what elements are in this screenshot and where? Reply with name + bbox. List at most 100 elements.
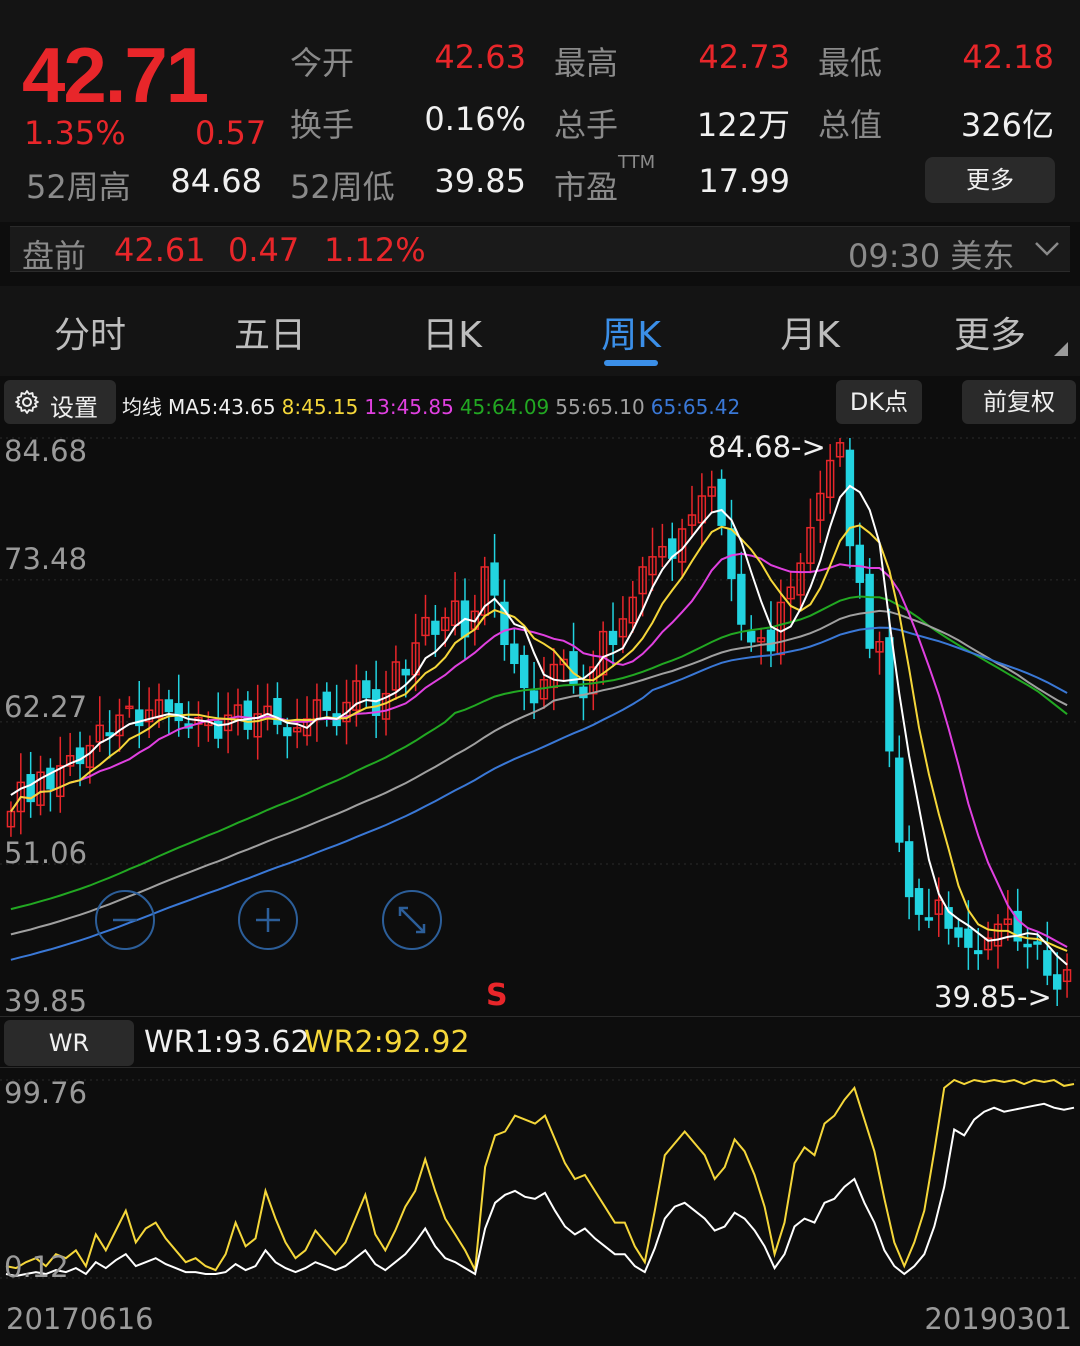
turnover-value: 0.16% [424, 100, 526, 138]
volume-value: 122万 [696, 106, 790, 144]
candle-body [401, 668, 410, 676]
candle-body [855, 544, 864, 583]
low-value: 42.18 [962, 38, 1054, 76]
turnover-label: 换手 [290, 106, 355, 144]
change-percent: 1.35% [24, 114, 126, 152]
candle-body [510, 643, 519, 665]
high-value: 42.73 [698, 38, 790, 76]
candle-body [727, 528, 736, 580]
ma55-value: 55:65.10 [555, 395, 645, 419]
tab-more[interactable]: 更多 [910, 306, 1070, 358]
candle-body [717, 478, 726, 526]
candle-body [924, 917, 934, 921]
ma65-value: 65:65.42 [650, 395, 741, 419]
dk-point-button[interactable]: DK点 [836, 380, 922, 424]
zoom-in-icon[interactable] [238, 890, 298, 950]
candle-body [747, 630, 756, 643]
week52-high-value: 84.68 [170, 162, 262, 200]
corner-triangle-icon [1054, 342, 1068, 356]
market-cap-label: 总值 [818, 106, 883, 144]
start-date: 20170616 [6, 1302, 154, 1336]
wr-chart[interactable] [0, 1070, 1080, 1300]
tab-intraday[interactable]: 分时 [10, 306, 170, 358]
ma-prefix: 均线 [122, 395, 162, 419]
candle-body [174, 703, 183, 722]
candle-body [885, 637, 894, 752]
candle-body [490, 562, 499, 596]
ma8-value: 8:45.15 [281, 395, 359, 419]
period-tabs: 分时 五日 日K 周K 月K 更多 [0, 286, 1080, 376]
candle-body [914, 888, 924, 915]
candle-body [164, 699, 174, 713]
ma45-value: 45:64.09 [459, 395, 550, 419]
candle-body [974, 950, 983, 955]
settings-label: 设置 [50, 394, 98, 422]
premarket-price: 42.61 [114, 231, 206, 269]
wr-axis-bottom: 0.12 [4, 1250, 69, 1284]
candle-body [1043, 950, 1052, 976]
wr1-line [5, 1102, 1075, 1278]
premarket-time: 09:30 美东 [848, 237, 1015, 275]
tab-five-day[interactable]: 五日 [190, 306, 350, 358]
fullscreen-icon[interactable] [382, 890, 442, 950]
high-label: 最高 [554, 44, 619, 82]
premarket-bar[interactable]: 盘前 42.61 0.47 1.12% 09:30 美东 [10, 226, 1070, 275]
zoom-out-icon[interactable] [95, 890, 155, 950]
wr1-value: WR1:93.62 [144, 1025, 310, 1060]
week52-low-label: 52周低 [290, 168, 395, 206]
active-tab-indicator [604, 360, 658, 366]
candlestick-chart[interactable] [0, 430, 1080, 1016]
ma5-value: MA5:43.65 [168, 395, 276, 419]
chevron-down-icon[interactable] [1032, 233, 1062, 263]
pe-ttm-superscript: TTM [618, 152, 656, 173]
candle-body [904, 841, 914, 898]
week52-low-value: 39.85 [434, 162, 526, 200]
candle-body [1052, 974, 1062, 990]
market-cap-value: 326亿 [960, 106, 1054, 144]
more-stats-button[interactable]: 更多 [925, 157, 1055, 203]
candle-body [964, 928, 973, 948]
open-label: 今开 [290, 44, 355, 82]
tab-weekly-k[interactable]: 周K [551, 306, 711, 358]
candle-body [766, 629, 776, 652]
candle-body [1023, 943, 1032, 948]
pe-value: 17.99 [698, 162, 790, 200]
wr-indicator-button[interactable]: WR [4, 1020, 134, 1066]
gear-icon [15, 390, 39, 414]
change-amount: 0.57 [195, 114, 267, 152]
axis-label-bottom: 39.85 [4, 984, 88, 1018]
sell-signal-marker: S [486, 978, 508, 1013]
ma-legend: 均线 MA5:43.65 8:45.15 13:45.85 45:64.09 55:65.… [122, 391, 746, 420]
candle-body [608, 630, 618, 646]
pe-label: 市盈 [554, 168, 619, 206]
axis-label-2: 73.48 [4, 542, 88, 576]
candle-body [954, 927, 963, 938]
candle-body [737, 573, 746, 625]
axis-label-3: 62.27 [4, 690, 88, 724]
candle-body [362, 680, 371, 699]
premarket-change: 0.47 [228, 231, 300, 269]
ma13-value: 13:45.85 [364, 395, 454, 419]
candle-body [283, 727, 292, 737]
tab-monthly-k[interactable]: 月K [730, 306, 890, 358]
candle-body [519, 654, 529, 689]
candle-body [529, 690, 539, 704]
candle-body [895, 757, 904, 843]
premarket-percent: 1.12% [324, 231, 426, 269]
low-label: 最低 [818, 44, 883, 82]
forward-adjust-button[interactable]: 前复权 [962, 380, 1076, 424]
end-date: 20190301 [924, 1302, 1072, 1336]
tab-daily-k[interactable]: 日K [372, 306, 532, 358]
week52-high-label: 52周高 [26, 168, 131, 206]
wr2-value: WR2:92.92 [304, 1025, 470, 1060]
wr2-line [5, 1078, 1075, 1274]
candle-body [431, 620, 440, 635]
settings-button[interactable]: 设置 [4, 380, 116, 424]
quote-header: 42.71 1.35% 0.57 今开 42.63 最高 42.73 最低 42… [0, 0, 1080, 222]
axis-label-4: 51.06 [4, 836, 88, 870]
high-annotation: 84.68-> [708, 430, 826, 464]
chart-toolbar: 设置 均线 MA5:43.65 8:45.15 13:45.85 45:64.09 55:… [0, 378, 1080, 428]
volume-label: 总手 [554, 106, 619, 144]
low-annotation: 39.85-> [934, 980, 1052, 1014]
last-price: 42.71 [22, 31, 209, 119]
